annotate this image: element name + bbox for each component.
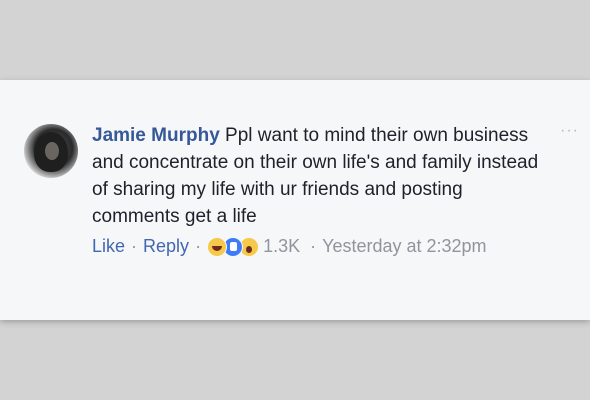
reactions-summary[interactable]: 1.3K: [207, 236, 300, 257]
comment-body: Jamie Murphy Ppl want to mind their own …: [92, 122, 552, 230]
comment-card: ··· Jamie Murphy Ppl want to mind their …: [0, 80, 590, 320]
reply-link[interactable]: Reply: [143, 236, 189, 257]
avatar-face: [45, 142, 59, 160]
avatar[interactable]: [24, 124, 78, 178]
separator-dot: ·: [195, 236, 202, 256]
separator-dot: ·: [310, 236, 317, 256]
reaction-count[interactable]: 1.3K: [263, 236, 300, 257]
comment-author-link[interactable]: Jamie Murphy: [92, 125, 220, 146]
haha-icon: [207, 236, 228, 257]
more-options-icon[interactable]: ···: [560, 123, 579, 139]
comment-actions: Like · Reply · 1.3K · Yesterday at 2:32p…: [92, 236, 487, 257]
comment-timestamp[interactable]: Yesterday at 2:32pm: [322, 236, 486, 257]
like-link[interactable]: Like: [92, 236, 125, 257]
separator-dot: ·: [131, 236, 138, 256]
